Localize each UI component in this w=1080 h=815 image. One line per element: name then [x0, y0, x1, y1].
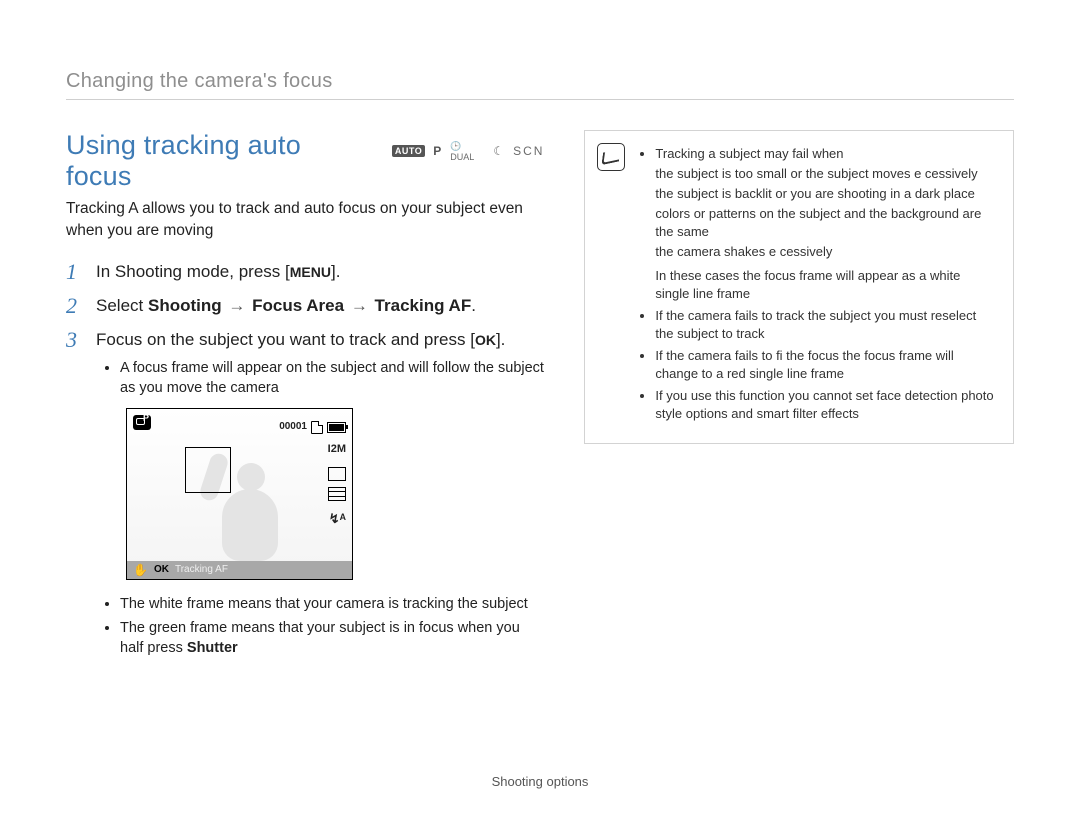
- step-1-pre: In Shooting mode, press [: [96, 262, 290, 281]
- page-header: Changing the camera's focus: [66, 70, 1014, 99]
- lcd-right-icons: I2M ↯ᴬ: [328, 437, 346, 531]
- manual-page: Changing the camera's focus Using tracki…: [0, 0, 1080, 815]
- section-title: Using tracking auto focus: [66, 130, 374, 192]
- step-3-pre: Focus on the subject you want to track a…: [96, 330, 475, 349]
- mode-scn-badge: SCN: [513, 144, 544, 158]
- metering-icon: [328, 487, 346, 501]
- quality-icon: [328, 467, 346, 481]
- note-case-shake: the camera shakes e cessively: [655, 243, 995, 261]
- flash-icon: ↯ᴬ: [329, 507, 346, 531]
- ok-key: OK: [475, 332, 496, 348]
- note-fail-intro: Tracking a subject may fail when the sub…: [655, 145, 995, 303]
- step-3: 3 Focus on the subject you want to track…: [66, 328, 544, 668]
- step-1-post: ].: [331, 262, 340, 281]
- step-3-post: ].: [496, 330, 505, 349]
- two-column-layout: Using tracking auto focus AUTO P 🕒DUAL ☾…: [66, 130, 1014, 678]
- note-red-frame: If the camera fails to fi the focus the …: [655, 347, 995, 383]
- right-column: Tracking a subject may fail when the sub…: [584, 130, 1014, 678]
- step-2-number: 2: [66, 294, 84, 318]
- shutter-label: Shutter: [187, 640, 238, 656]
- note-restrictions: If you use this function you cannot set …: [655, 387, 995, 423]
- step-2-b3: Tracking AF: [375, 296, 472, 315]
- step-1: 1 In Shooting mode, press [MENU].: [66, 260, 544, 284]
- note-case-backlit: the subject is backlit or you are shooti…: [655, 185, 995, 203]
- battery-icon: [327, 422, 346, 433]
- stabilization-icon: ✋: [133, 558, 148, 582]
- step-3-number: 3: [66, 328, 84, 352]
- step-3-sub-item: A focus frame will appear on the subject…: [120, 358, 544, 398]
- section-title-row: Using tracking auto focus AUTO P 🕒DUAL ☾…: [66, 130, 544, 192]
- arrow-icon-2: →: [349, 296, 370, 315]
- section-intro: Tracking A allows you to track and auto …: [66, 198, 544, 242]
- mode-p-badge: P: [433, 144, 442, 158]
- mode-dual-label: DUAL: [450, 152, 474, 162]
- lcd-bottom-bar: ✋ OK Tracking AF: [127, 561, 352, 579]
- note-icon: [597, 143, 625, 171]
- step-2-post: .: [471, 296, 476, 315]
- mode-dual-badge: 🕒DUAL: [450, 141, 485, 162]
- left-column: Using tracking auto focus AUTO P 🕒DUAL ☾…: [66, 130, 544, 678]
- step-3-sub: A focus frame will appear on the subject…: [106, 358, 544, 398]
- footer: Shooting options: [0, 774, 1080, 789]
- step-2: 2 Select Shooting → Focus Area → Trackin…: [66, 294, 544, 318]
- step-2-b2: Focus Area: [252, 296, 344, 315]
- step-1-number: 1: [66, 260, 84, 284]
- step-2-b1: Shooting: [148, 296, 222, 315]
- focus-frame-icon: [185, 447, 231, 493]
- green-frame-text: The green frame means that your subject …: [120, 620, 520, 656]
- mode-badges: AUTO P 🕒DUAL ☾ SCN: [392, 141, 545, 162]
- note-box: Tracking a subject may fail when the sub…: [584, 130, 1014, 444]
- ok-label: OK: [154, 558, 169, 582]
- header-rule: [66, 99, 1014, 100]
- note-white-frame: In these cases the focus frame will appe…: [655, 267, 995, 303]
- step-3-post-bullets: The white frame means that your camera i…: [106, 594, 544, 658]
- note-case-small: the subject is too small or the subject …: [655, 165, 995, 183]
- note-case-colors: colors or patterns on the subject and th…: [655, 205, 995, 241]
- note-reselect: If the camera fails to track the subject…: [655, 307, 995, 343]
- step-1-text: In Shooting mode, press [MENU].: [96, 260, 340, 284]
- note-fail-intro-text: Tracking a subject may fail when: [655, 146, 843, 161]
- white-frame-note: The white frame means that your camera i…: [120, 594, 544, 614]
- note-list: Tracking a subject may fail when the sub…: [641, 145, 995, 423]
- mode-night-icon: ☾: [493, 144, 505, 158]
- green-frame-note: The green frame means that your subject …: [120, 618, 544, 658]
- steps-list: 1 In Shooting mode, press [MENU]. 2 Sele…: [66, 260, 544, 668]
- tracking-af-label: Tracking AF: [175, 558, 228, 582]
- arrow-icon: →: [226, 296, 247, 315]
- step-2-pre: Select: [96, 296, 148, 315]
- mode-auto-badge: AUTO: [392, 145, 425, 157]
- step-3-text: Focus on the subject you want to track a…: [96, 328, 544, 668]
- camera-lcd-preview: 00001 I2M ↯ᴬ: [126, 408, 353, 580]
- resolution-icon: I2M: [328, 437, 346, 461]
- menu-key: MENU: [290, 264, 331, 280]
- note-fail-cases: the subject is too small or the subject …: [655, 165, 995, 261]
- step-2-text: Select Shooting → Focus Area → Tracking …: [96, 294, 476, 318]
- mode-indicator-icon: [133, 415, 151, 430]
